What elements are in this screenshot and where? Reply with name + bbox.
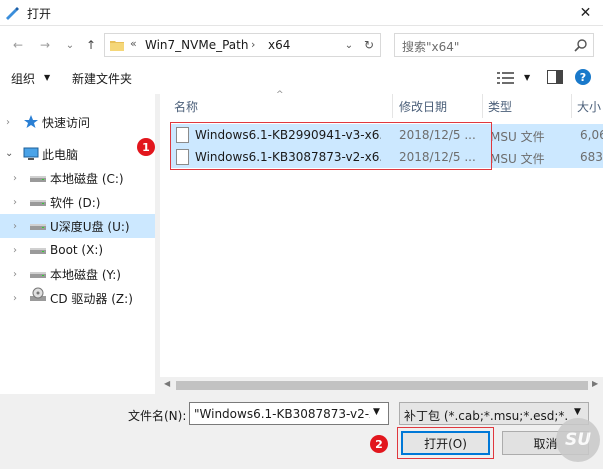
tree-item-drive-x[interactable]: › Boot (X:) (0, 238, 155, 262)
breadcrumb-chevron-icon[interactable]: › (251, 38, 255, 51)
tree-item-label: CD 驱动器 (Z:) (50, 291, 133, 306)
column-divider[interactable] (392, 94, 393, 118)
chevron-down-icon[interactable]: ▼ (44, 73, 50, 82)
scroll-right-icon[interactable]: ▶ (592, 379, 598, 388)
file-size: 6,06 (580, 128, 603, 142)
scrollbar-thumb[interactable] (176, 381, 588, 390)
tree-item-label: 软件 (D:) (50, 195, 101, 210)
chevron-right-icon[interactable]: › (13, 173, 23, 184)
filename-input[interactable]: "Windows6.1-KB3087873-v2-x6 ▼ (189, 402, 389, 425)
new-folder-button[interactable]: 新建文件夹 (72, 70, 132, 87)
chevron-right-icon[interactable]: › (13, 221, 23, 232)
chevron-right-icon[interactable]: › (13, 269, 23, 280)
tree-item-label: 此电脑 (42, 147, 79, 162)
tree-item-label: 本地磁盘 (Y:) (50, 267, 121, 282)
tree-item-drive-c[interactable]: › 本地磁盘 (C:) (0, 166, 155, 190)
address-bar[interactable]: « Win7_NVMe_Path › x64 ⌄ ↻ (104, 33, 381, 57)
tree-item-drive-d[interactable]: › 软件 (D:) (0, 190, 155, 214)
tree-item-this-pc[interactable]: ⌄ 此电脑 (0, 142, 155, 166)
app-icon (6, 7, 19, 20)
title-bar: 打开 ✕ (0, 0, 603, 26)
view-options-icon[interactable] (497, 71, 515, 85)
address-dropdown-icon[interactable]: ⌄ (341, 37, 357, 53)
breadcrumb-overflow[interactable]: « (130, 37, 137, 50)
refresh-icon[interactable]: ↻ (361, 37, 377, 53)
up-button[interactable]: ↑ (81, 35, 101, 55)
tree-item-label: 本地磁盘 (C:) (50, 171, 124, 186)
breadcrumb-folder[interactable]: Win7_NVMe_Path (145, 38, 248, 52)
sort-ascending-icon: ^ (276, 90, 284, 100)
column-header-size[interactable]: 大小 (577, 98, 601, 115)
tree-item-drive-z[interactable]: › CD 驱动器 (Z:) (0, 286, 155, 310)
tree-item-quick-access[interactable]: › 快速访问 (0, 110, 155, 134)
open-highlight-box (397, 427, 494, 459)
chevron-down-icon[interactable]: ▼ (373, 407, 380, 417)
tree-item-label: 快速访问 (42, 115, 91, 130)
filename-label: 文件名(N): (128, 409, 187, 423)
column-header-name[interactable]: 名称 (174, 98, 198, 115)
search-icon[interactable] (573, 38, 589, 54)
chevron-right-icon[interactable]: › (13, 293, 23, 304)
close-button[interactable]: ✕ (568, 0, 603, 26)
step-badge-1: 1 (137, 138, 155, 156)
drive-icon (30, 224, 46, 230)
watermark-logo: SU (556, 418, 600, 462)
forward-button[interactable]: → (35, 35, 55, 55)
navigation-pane: › 快速访问 ⌄ 此电脑 › 本地磁盘 (C:) › 软件 (D:) › U深度… (0, 94, 155, 394)
horizontal-scrollbar[interactable]: ◀ ▶ (160, 377, 603, 394)
chevron-down-icon[interactable]: ▼ (524, 73, 530, 82)
preview-pane-icon[interactable] (547, 70, 563, 84)
column-divider[interactable] (482, 94, 483, 118)
cd-icon (30, 287, 46, 301)
search-input[interactable]: 搜索"x64" (394, 33, 594, 57)
step-badge-2: 2 (370, 435, 388, 453)
chevron-right-icon[interactable]: › (6, 117, 16, 128)
star-icon (24, 115, 38, 128)
search-placeholder: 搜索"x64" (402, 40, 460, 54)
tree-item-label: Boot (X:) (50, 243, 104, 257)
chevron-down-icon[interactable]: ▼ (574, 407, 581, 417)
recent-locations-button[interactable]: ⌄ (60, 35, 80, 55)
file-type: MSU 文件 (490, 130, 545, 144)
back-button[interactable]: ← (8, 35, 28, 55)
toolbar: 组织 ▼ 新建文件夹 ▼ ? (0, 64, 603, 92)
filename-value: "Windows6.1-KB3087873-v2-x6 (194, 407, 370, 421)
chevron-right-icon[interactable]: › (13, 197, 23, 208)
selection-highlight-box (170, 122, 492, 170)
pc-icon (23, 147, 39, 160)
chevron-right-icon[interactable]: › (13, 245, 23, 256)
file-type-value: 补丁包 (*.cab;*.msu;*.esd;*.ex (404, 409, 568, 423)
dialog-footer: 文件名(N): "Windows6.1-KB3087873-v2-x6 ▼ 补丁… (0, 394, 603, 469)
chevron-down-icon[interactable]: ⌄ (5, 148, 15, 159)
organize-button[interactable]: 组织 (11, 70, 35, 87)
window-title: 打开 (27, 7, 52, 21)
tree-item-label: U深度U盘 (U:) (50, 219, 130, 234)
drive-icon (30, 272, 46, 278)
file-size: 683 (580, 150, 603, 164)
folder-icon (110, 41, 124, 51)
drive-icon (30, 200, 46, 206)
column-divider[interactable] (571, 94, 572, 118)
drive-icon (30, 248, 46, 254)
column-header-date[interactable]: 修改日期 (399, 98, 447, 115)
tree-item-drive-y[interactable]: › 本地磁盘 (Y:) (0, 262, 155, 286)
file-type-select[interactable]: 补丁包 (*.cab;*.msu;*.esd;*.ex ▼ (399, 402, 589, 425)
help-icon[interactable]: ? (575, 69, 591, 85)
breadcrumb-current[interactable]: x64 (268, 38, 290, 52)
drive-icon (30, 176, 46, 182)
file-type: MSU 文件 (490, 152, 545, 166)
scroll-left-icon[interactable]: ◀ (164, 379, 170, 388)
tree-item-drive-u[interactable]: › U深度U盘 (U:) (0, 214, 155, 238)
column-header-type[interactable]: 类型 (488, 98, 512, 115)
